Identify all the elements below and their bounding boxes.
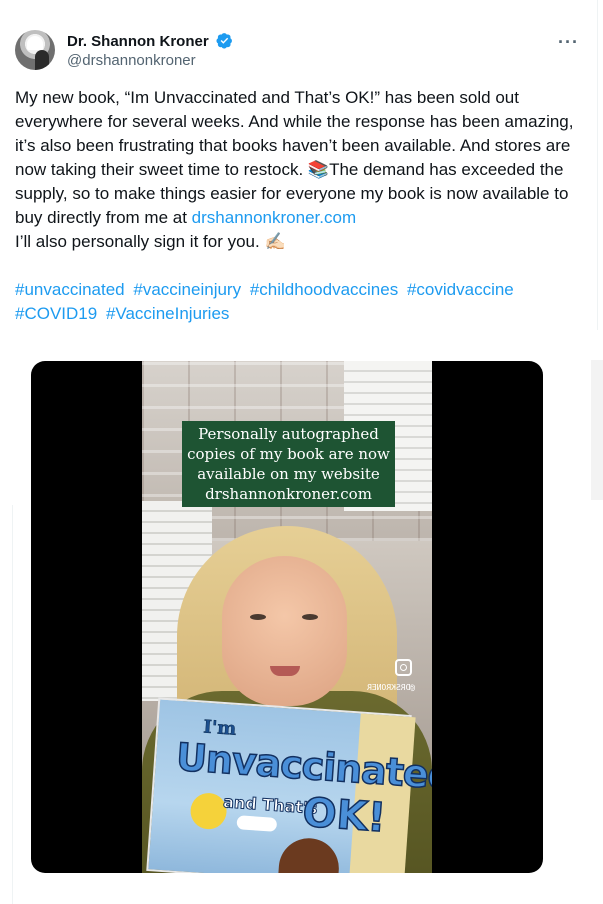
child-illustration bbox=[278, 836, 341, 873]
timeline-border-left bbox=[12, 505, 13, 904]
website-link[interactable]: drshannonkroner.com bbox=[192, 208, 356, 227]
hashtag-link[interactable]: #covidvaccine bbox=[407, 280, 514, 299]
hashtag-link[interactable]: #vaccineinjury bbox=[133, 280, 241, 299]
hashtag-link[interactable]: #COVID19 bbox=[15, 304, 97, 323]
tweet-body-signoff: I’ll also personally sign it for you. ✍🏻 bbox=[15, 232, 286, 251]
tweet-body: My new book, “Im Unvaccinated and That’s… bbox=[15, 88, 574, 227]
instagram-icon bbox=[395, 659, 412, 676]
video-frame: Personally autographed copies of my book… bbox=[142, 361, 432, 873]
tweet-header: Dr. Shannon Kroner @drshannonkroner ··· bbox=[15, 30, 595, 72]
book-cover: I'm Unvaccinated and That's OK! bbox=[146, 697, 432, 873]
tweet-text: My new book, “Im Unvaccinated and That’s… bbox=[15, 86, 585, 254]
watermark-handle: @DRSKRONER bbox=[367, 683, 416, 692]
video-caption: Personally autographed copies of my book… bbox=[182, 421, 395, 507]
verified-badge-icon bbox=[216, 33, 232, 49]
author-name[interactable]: Dr. Shannon Kroner bbox=[67, 32, 233, 50]
author-handle[interactable]: @drshannonkroner bbox=[67, 52, 196, 69]
hashtag-link[interactable]: #unvaccinated bbox=[15, 280, 125, 299]
book-title-line4: OK! bbox=[300, 789, 388, 842]
hashtag-link[interactable]: #VaccineInjuries bbox=[106, 304, 229, 323]
author-name-text[interactable]: Dr. Shannon Kroner bbox=[67, 33, 209, 50]
next-media-peek bbox=[591, 360, 603, 500]
timeline-border bbox=[597, 0, 598, 330]
avatar[interactable] bbox=[15, 30, 55, 70]
cloud-icon bbox=[236, 815, 278, 832]
video-player[interactable]: Personally autographed copies of my book… bbox=[31, 361, 543, 873]
more-options-icon[interactable]: ··· bbox=[558, 32, 579, 53]
hashtag-list: #unvaccinated #vaccineinjury #childhoodv… bbox=[15, 278, 585, 326]
hashtag-link[interactable]: #childhoodvaccines bbox=[250, 280, 398, 299]
woman-face bbox=[222, 556, 347, 706]
